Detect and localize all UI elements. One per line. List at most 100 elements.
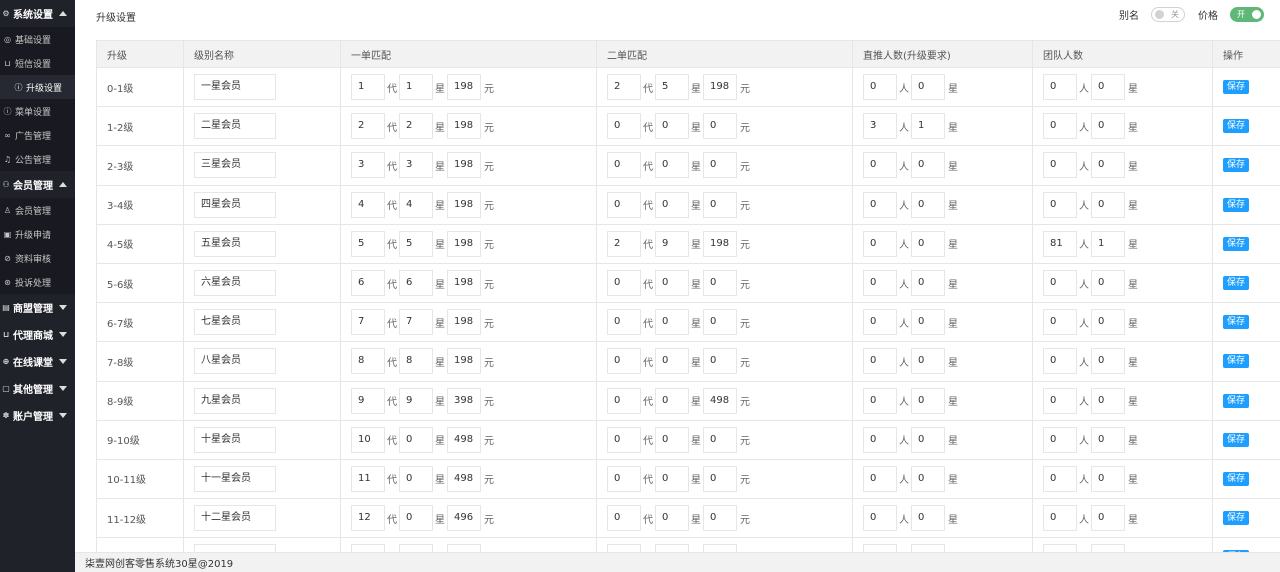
- direct-count-input[interactable]: 0: [863, 465, 897, 492]
- save-button[interactable]: 保存: [1223, 511, 1250, 526]
- match2-generation-input[interactable]: [607, 544, 641, 552]
- match2-generation-input[interactable]: 0: [607, 113, 641, 140]
- match2-star-input[interactable]: 0: [655, 270, 689, 297]
- match1-generation-input[interactable]: 12: [351, 505, 385, 532]
- team-star-input[interactable]: [1091, 544, 1125, 552]
- match2-star-input[interactable]: 9: [655, 230, 689, 257]
- direct-star-input[interactable]: 0: [911, 426, 945, 453]
- team-count-input[interactable]: 0: [1043, 270, 1077, 297]
- match1-star-input[interactable]: 5: [399, 230, 433, 257]
- match2-price-input[interactable]: 0: [703, 270, 737, 297]
- match1-price-input[interactable]: 498: [447, 426, 481, 453]
- team-count-input[interactable]: 0: [1043, 505, 1077, 532]
- match1-star-input[interactable]: 9: [399, 387, 433, 414]
- match1-generation-input[interactable]: 5: [351, 230, 385, 257]
- match2-price-input[interactable]: [703, 544, 737, 552]
- match1-generation-input[interactable]: 3: [351, 152, 385, 179]
- match2-generation-input[interactable]: 0: [607, 270, 641, 297]
- match2-generation-input[interactable]: 0: [607, 426, 641, 453]
- match2-star-input[interactable]: 0: [655, 348, 689, 375]
- sidebar-item-1[interactable]: ◎ 基础设置: [0, 27, 75, 51]
- level-name-input[interactable]: 六星会员: [194, 270, 276, 297]
- direct-count-input[interactable]: 0: [863, 426, 897, 453]
- team-count-input[interactable]: 0: [1043, 387, 1077, 414]
- team-star-input[interactable]: 0: [1091, 191, 1125, 218]
- direct-star-input[interactable]: 0: [911, 465, 945, 492]
- match1-star-input[interactable]: 1: [399, 74, 433, 101]
- save-button[interactable]: 保存: [1223, 80, 1250, 95]
- match2-star-input[interactable]: 0: [655, 465, 689, 492]
- sidebar-item-5[interactable]: ∞ 广告管理: [0, 123, 75, 147]
- team-star-input[interactable]: 0: [1091, 505, 1125, 532]
- save-button[interactable]: 保存: [1223, 197, 1250, 212]
- sidebar-item-3[interactable]: ⓘ 升级设置: [0, 75, 75, 99]
- direct-star-input[interactable]: 0: [911, 230, 945, 257]
- match2-price-input[interactable]: 0: [703, 426, 737, 453]
- direct-star-input[interactable]: 0: [911, 152, 945, 179]
- match1-generation-input[interactable]: 8: [351, 348, 385, 375]
- match2-price-input[interactable]: 0: [703, 191, 737, 218]
- direct-count-input[interactable]: 0: [863, 191, 897, 218]
- team-star-input[interactable]: 0: [1091, 152, 1125, 179]
- sidebar-item-6[interactable]: ♫ 公告管理: [0, 147, 75, 171]
- direct-star-input[interactable]: 1: [911, 113, 945, 140]
- team-star-input[interactable]: 0: [1091, 387, 1125, 414]
- match1-price-input[interactable]: 198: [447, 74, 481, 101]
- team-star-input[interactable]: 0: [1091, 309, 1125, 336]
- match1-star-input[interactable]: 2: [399, 113, 433, 140]
- match1-generation-input[interactable]: 7: [351, 309, 385, 336]
- sidebar-item-2[interactable]: ⊔ 短信设置: [0, 51, 75, 75]
- team-count-input[interactable]: 0: [1043, 74, 1077, 101]
- level-name-input[interactable]: 二星会员: [194, 113, 276, 140]
- match1-generation-input[interactable]: 11: [351, 465, 385, 492]
- match2-price-input[interactable]: 0: [703, 152, 737, 179]
- match2-generation-input[interactable]: 0: [607, 465, 641, 492]
- sidebar-group-3[interactable]: ▤ 商盟管理: [0, 294, 75, 321]
- team-star-input[interactable]: 1: [1091, 230, 1125, 257]
- match2-star-input[interactable]: 0: [655, 505, 689, 532]
- match1-generation-input[interactable]: 4: [351, 191, 385, 218]
- match1-star-input[interactable]: [399, 544, 433, 552]
- sidebar-group-7[interactable]: ✽ 账户管理: [0, 402, 75, 429]
- price-toggle[interactable]: 开: [1230, 7, 1264, 22]
- level-name-input[interactable]: 四星会员: [194, 191, 276, 218]
- match2-price-input[interactable]: 0: [703, 348, 737, 375]
- level-name-input[interactable]: [194, 544, 276, 552]
- direct-count-input[interactable]: 0: [863, 152, 897, 179]
- team-count-input[interactable]: 81: [1043, 230, 1077, 257]
- match1-generation-input[interactable]: 10: [351, 426, 385, 453]
- team-star-input[interactable]: 0: [1091, 465, 1125, 492]
- match1-generation-input[interactable]: 1: [351, 74, 385, 101]
- level-name-input[interactable]: 十星会员: [194, 426, 276, 453]
- match1-price-input[interactable]: 198: [447, 152, 481, 179]
- direct-count-input[interactable]: 0: [863, 505, 897, 532]
- match2-price-input[interactable]: 0: [703, 465, 737, 492]
- match2-price-input[interactable]: 0: [703, 309, 737, 336]
- match2-star-input[interactable]: 0: [655, 191, 689, 218]
- team-count-input[interactable]: 0: [1043, 191, 1077, 218]
- match1-generation-input[interactable]: [351, 544, 385, 552]
- match1-price-input[interactable]: 398: [447, 387, 481, 414]
- sidebar-group-6[interactable]: ▢ 其他管理: [0, 375, 75, 402]
- sidebar-item-4[interactable]: ⓘ 菜单设置: [0, 99, 75, 123]
- direct-star-input[interactable]: 0: [911, 348, 945, 375]
- direct-count-input[interactable]: [863, 544, 897, 552]
- match1-price-input[interactable]: [447, 544, 481, 552]
- level-name-input[interactable]: 五星会员: [194, 230, 276, 257]
- direct-count-input[interactable]: 3: [863, 113, 897, 140]
- match1-price-input[interactable]: 198: [447, 348, 481, 375]
- match2-star-input[interactable]: 0: [655, 113, 689, 140]
- match2-generation-input[interactable]: 0: [607, 152, 641, 179]
- alias-toggle[interactable]: 关: [1151, 7, 1185, 22]
- direct-count-input[interactable]: 0: [863, 348, 897, 375]
- match1-star-input[interactable]: 6: [399, 270, 433, 297]
- direct-star-input[interactable]: 0: [911, 74, 945, 101]
- match1-star-input[interactable]: 0: [399, 505, 433, 532]
- sidebar-group-5[interactable]: ⊕ 在线课堂: [0, 348, 75, 375]
- level-name-input[interactable]: 三星会员: [194, 152, 276, 179]
- match2-star-input[interactable]: 0: [655, 387, 689, 414]
- team-count-input[interactable]: 0: [1043, 426, 1077, 453]
- match2-price-input[interactable]: 198: [703, 74, 737, 101]
- team-star-input[interactable]: 0: [1091, 113, 1125, 140]
- direct-star-input[interactable]: 0: [911, 309, 945, 336]
